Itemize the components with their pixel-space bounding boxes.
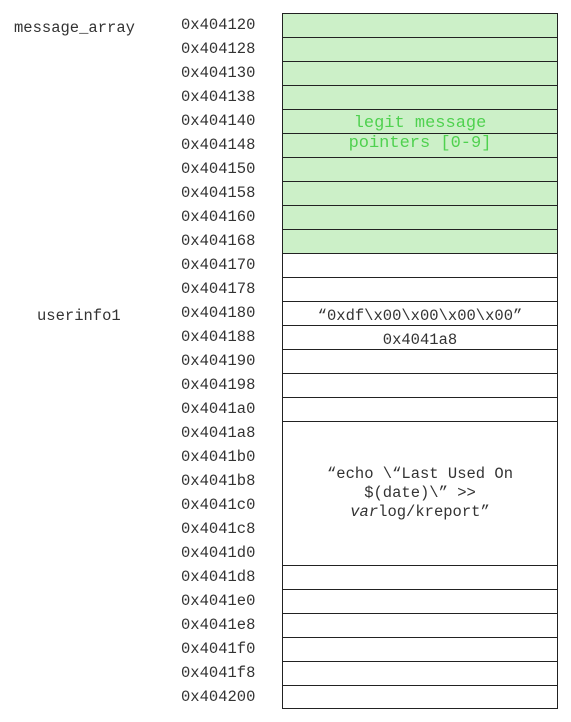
message-array-label: message_array xyxy=(14,19,135,37)
legit-message-line2: pointers [0-9] xyxy=(348,134,492,153)
address-label: 0x404198 xyxy=(181,376,256,394)
message-pointer-cell xyxy=(282,181,558,205)
address-label: 0x4041b8 xyxy=(181,472,256,490)
memory-cell xyxy=(282,373,558,397)
memory-cell xyxy=(282,613,558,637)
address-label: 0x404140 xyxy=(181,112,256,130)
address-label: 0x404158 xyxy=(181,184,256,202)
address-label: 0x404178 xyxy=(181,280,256,298)
message-pointer-cell xyxy=(282,13,558,37)
command-line3-rest: log/kreport” xyxy=(378,503,490,521)
command-line3: varlog/kreport” xyxy=(282,503,558,522)
memory-cell xyxy=(282,661,558,685)
address-label: 0x4041c0 xyxy=(181,496,256,514)
memory-layout-diagram: 0x404120 0x404128 0x404130 0x404138 0x404140… xyxy=(0,0,571,722)
address-label: 0x4041c8 xyxy=(181,520,256,538)
address-label: 0x4041a8 xyxy=(181,424,256,442)
address-label: 0x404200 xyxy=(181,688,256,706)
message-pointer-cell xyxy=(282,157,558,181)
address-label: 0x404188 xyxy=(181,328,256,346)
command-line3-italic: var xyxy=(350,503,379,521)
memory-cell xyxy=(282,277,558,301)
address-label: 0x404190 xyxy=(181,352,256,370)
message-pointer-cell xyxy=(282,61,558,85)
message-pointer-cell xyxy=(282,85,558,109)
address-label: 0x404120 xyxy=(181,16,256,34)
address-label: 0x4041f0 xyxy=(181,640,256,658)
memory-cell xyxy=(282,589,558,613)
address-label: 0x404168 xyxy=(181,232,256,250)
command-string-text: “echo \“Last Used On $(date)\” >> varlog… xyxy=(282,465,558,522)
address-label: 0x4041b0 xyxy=(181,448,256,466)
address-label: 0x404138 xyxy=(181,88,256,106)
address-label: 0x4041d0 xyxy=(181,544,256,562)
memory-cell xyxy=(282,565,558,589)
command-line1: “echo \“Last Used On xyxy=(326,465,514,483)
memory-cell xyxy=(282,637,558,661)
address-label: 0x404170 xyxy=(181,256,256,274)
address-label: 0x4041d8 xyxy=(181,568,256,586)
address-label: 0x404180 xyxy=(181,304,256,322)
command-line2: $(date)\” >> xyxy=(364,484,476,502)
userinfo1-label: userinfo1 xyxy=(37,307,121,325)
legit-message-line1: legit message xyxy=(353,114,487,133)
address-label: 0x404128 xyxy=(181,40,256,58)
memory-cell xyxy=(282,397,558,421)
pointer-value-text: 0x4041a8 xyxy=(382,331,458,349)
memory-cell xyxy=(282,253,558,277)
address-label: 0x4041e8 xyxy=(181,616,256,634)
address-label: 0x4041e0 xyxy=(181,592,256,610)
legit-message-pointers-text: legit message pointers [0-9] xyxy=(282,114,558,154)
userinfo-value-text: “0xdf\x00\x00\x00\x00” xyxy=(317,307,523,325)
address-label: 0x404148 xyxy=(181,136,256,154)
address-label: 0x404130 xyxy=(181,64,256,82)
memory-cell xyxy=(282,349,558,373)
address-label: 0x404150 xyxy=(181,160,256,178)
memory-cell xyxy=(282,685,558,709)
address-label: 0x4041f8 xyxy=(181,664,256,682)
message-pointer-cell xyxy=(282,205,558,229)
message-pointer-cell xyxy=(282,229,558,253)
message-pointer-cell xyxy=(282,37,558,61)
address-label: 0x404160 xyxy=(181,208,256,226)
address-label: 0x4041a0 xyxy=(181,400,256,418)
